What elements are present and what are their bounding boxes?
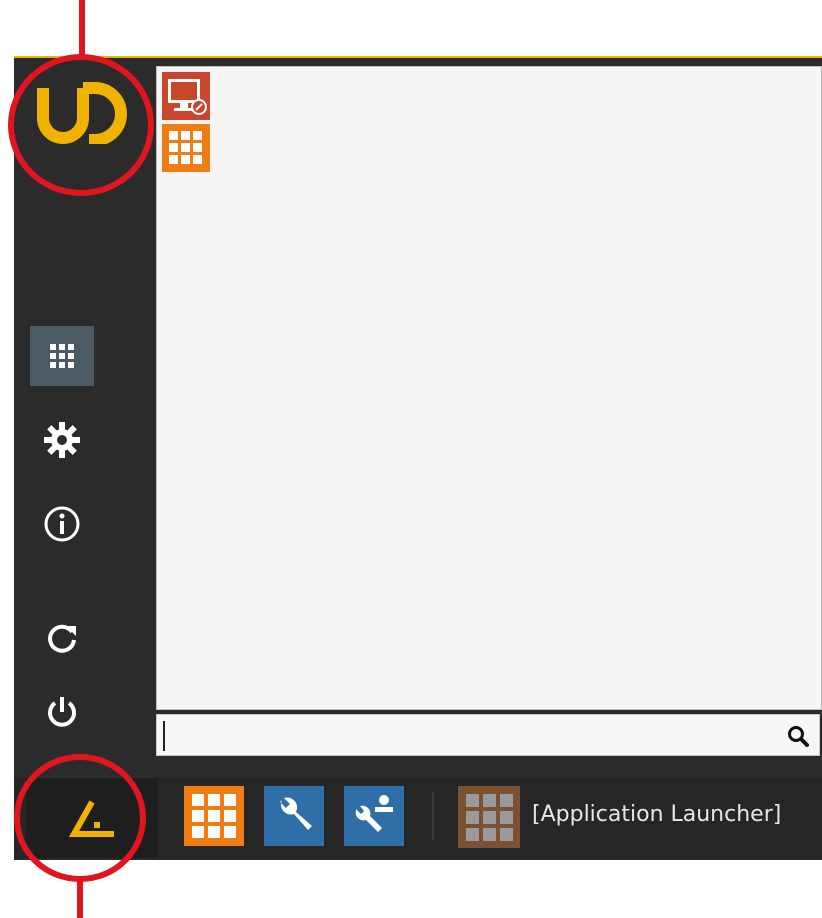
app-grid-icon: [162, 124, 210, 172]
search-icon[interactable]: [787, 725, 809, 747]
application-list: [156, 66, 822, 710]
ud-logo: [37, 82, 127, 144]
taskbar-task-application-launcher[interactable]: [458, 786, 520, 848]
sidebar-info-button[interactable]: [30, 494, 94, 554]
search-input[interactable]: [163, 721, 771, 751]
user-wrench-icon: [344, 786, 404, 846]
callout-line-top: [79, 0, 85, 60]
sidebar-apps-button[interactable]: [30, 326, 94, 386]
taskbar-task-label[interactable]: [Application Launcher]: [532, 800, 781, 830]
search-bar: [156, 714, 820, 756]
info-icon: [44, 506, 80, 542]
app-application-grid[interactable]: [162, 124, 210, 172]
taskbar-separator: [432, 792, 434, 840]
app-remote-desktop[interactable]: [162, 72, 210, 120]
sidebar-settings-button[interactable]: [30, 410, 94, 470]
callout-line-bottom: [77, 878, 83, 918]
start-button[interactable]: [26, 778, 158, 858]
sidebar-power-button[interactable]: [30, 682, 94, 742]
refresh-icon: [48, 624, 76, 653]
wrench-icon: [264, 786, 324, 846]
app-launcher-grid-icon: [458, 786, 520, 848]
power-icon: [48, 697, 76, 727]
taskbar-app-launcher-button[interactable]: [184, 786, 244, 846]
igel-start-icon: [68, 800, 114, 837]
gear-icon: [44, 422, 80, 458]
taskbar-user-setup-button[interactable]: [344, 786, 404, 846]
sidebar-refresh-button[interactable]: [30, 608, 94, 668]
apps-grid-icon: [50, 344, 74, 368]
remote-desktop-icon: [162, 72, 210, 120]
app-launcher-grid-icon: [184, 786, 244, 846]
taskbar-setup-button[interactable]: [264, 786, 324, 846]
